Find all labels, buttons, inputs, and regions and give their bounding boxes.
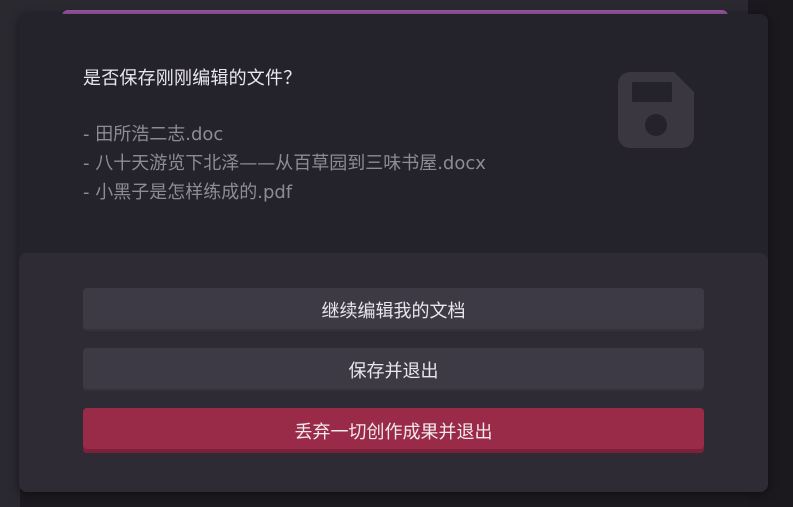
dialog-actions: 继续编辑我的文档 保存并退出 丢弃一切创作成果并退出 [19,253,768,492]
unsaved-file-list: - 田所浩二志.doc - 八十天游览下北泽——从百草园到三味书屋.docx -… [83,120,486,207]
file-item: - 田所浩二志.doc [83,124,224,145]
continue-editing-button[interactable]: 继续编辑我的文档 [83,288,704,331]
save-icon [618,72,694,148]
file-item: - 八十天游览下北泽——从百草园到三味书屋.docx [83,153,486,174]
file-item: - 小黑子是怎样练成的.pdf [83,182,293,203]
save-changes-dialog: 是否保存刚刚编辑的文件？ - 田所浩二志.doc - 八十天游览下北泽——从百草… [19,14,768,492]
save-and-exit-button[interactable]: 保存并退出 [83,348,704,391]
discard-and-exit-button[interactable]: 丢弃一切创作成果并退出 [83,408,704,453]
dialog-message-area: 是否保存刚刚编辑的文件？ - 田所浩二志.doc - 八十天游览下北泽——从百草… [19,14,768,254]
dialog-question: 是否保存刚刚编辑的文件？ [83,68,302,89]
